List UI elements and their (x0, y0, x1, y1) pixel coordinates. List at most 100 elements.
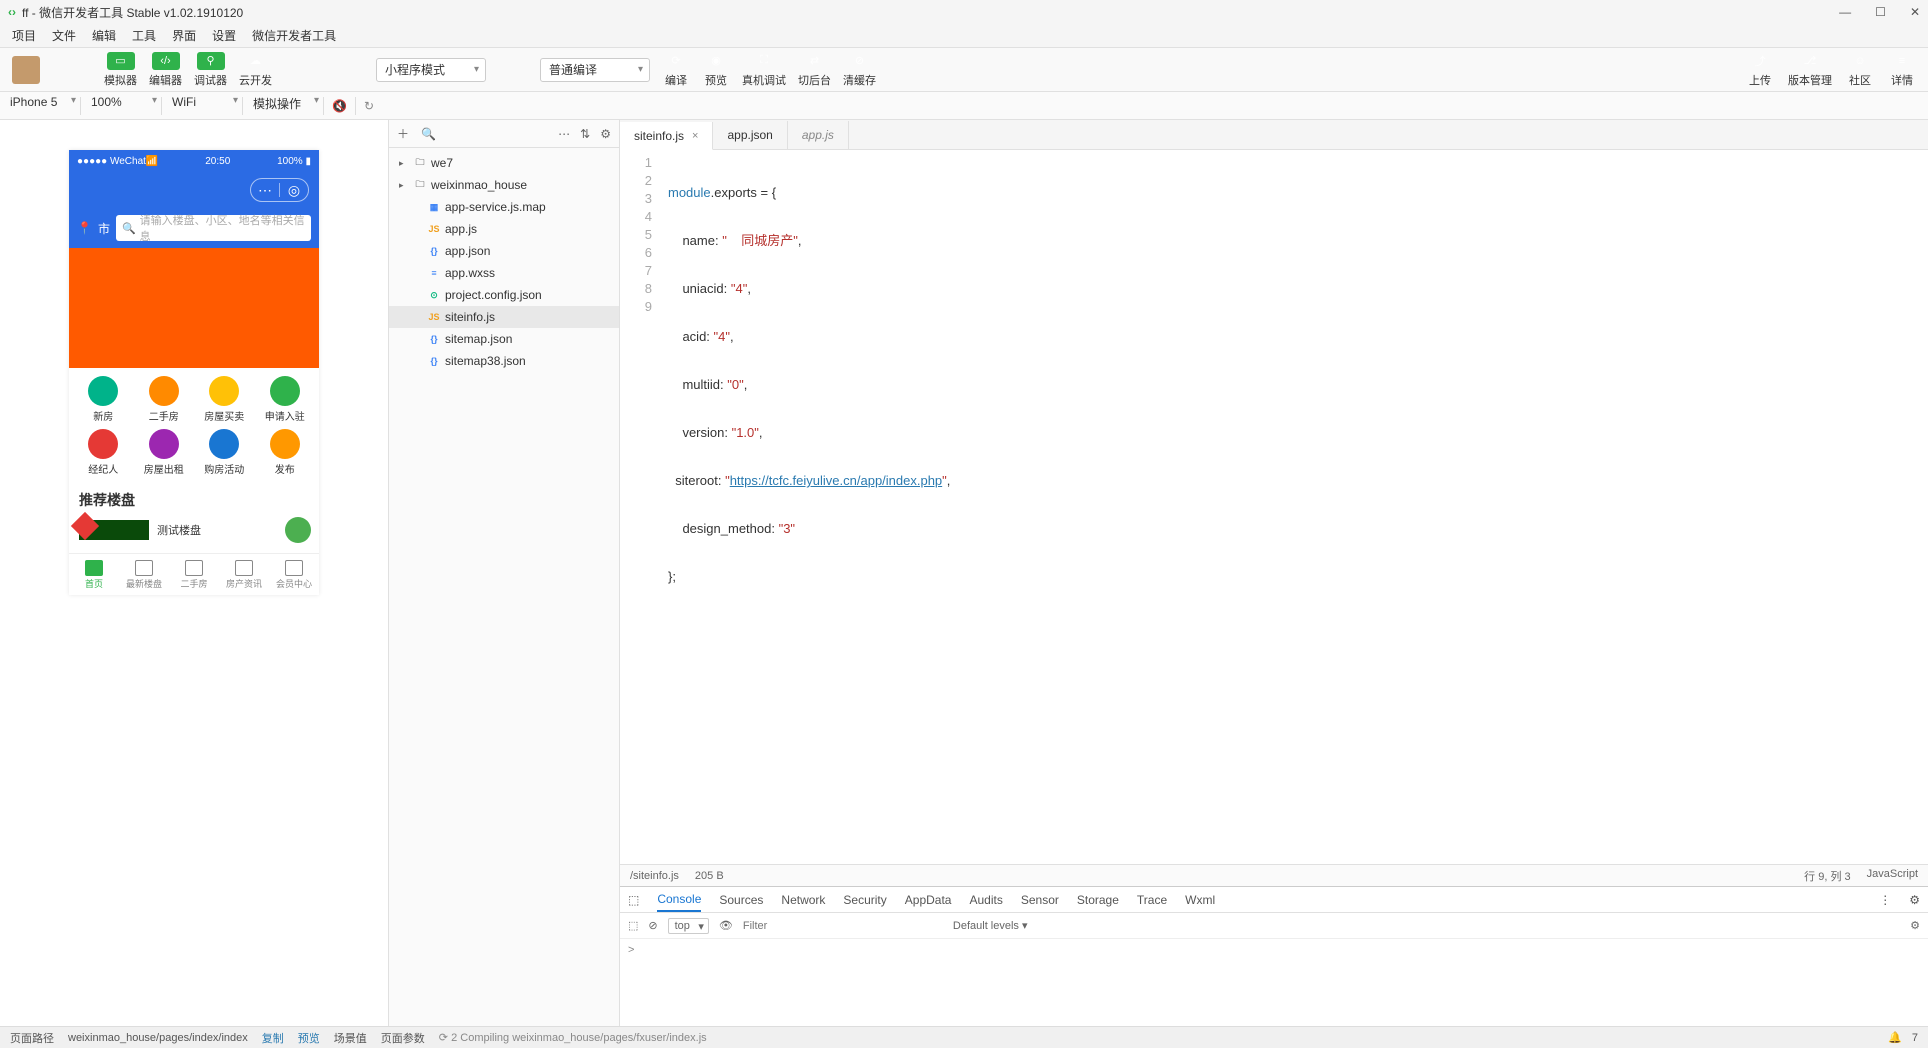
devtab-trace[interactable]: Trace (1137, 889, 1167, 911)
devtab-sources[interactable]: Sources (719, 889, 763, 911)
bgswitch-button[interactable]: ⇄切后台 (798, 52, 831, 88)
mock-select[interactable]: 模拟操作 (243, 95, 323, 117)
search-files-icon[interactable]: 🔍 (421, 127, 436, 141)
preview-button[interactable]: ◉预览 (702, 52, 730, 88)
file-map[interactable]: ▦app-service.js.map (389, 196, 619, 218)
context-select[interactable]: top▾ (668, 918, 709, 934)
filter-input[interactable] (743, 920, 943, 932)
file-sitemap[interactable]: {}sitemap.json (389, 328, 619, 350)
upload-button[interactable]: ⤴上传 (1746, 52, 1774, 88)
banner[interactable] (69, 248, 319, 368)
section-title: 推荐楼盘 (69, 484, 319, 516)
file-sitemap38[interactable]: {}sitemap38.json (389, 350, 619, 372)
collapse-icon[interactable]: ⇅ (580, 127, 590, 141)
simulator-button[interactable]: ▭模拟器 (104, 52, 137, 88)
tab-second[interactable]: 二手房 (169, 554, 219, 595)
tab-siteinfo[interactable]: siteinfo.js× (620, 122, 713, 150)
file-siteinfo[interactable]: JSsiteinfo.js (389, 306, 619, 328)
devtools-more-icon[interactable]: ⋮ (1879, 893, 1891, 907)
location-icon[interactable]: 📍 (77, 221, 92, 235)
menu-tools[interactable]: 工具 (132, 27, 156, 44)
mode-select[interactable]: 小程序模式 (376, 58, 486, 82)
detail-button[interactable]: ≡详情 (1888, 52, 1916, 88)
tab-latest[interactable]: 最新楼盘 (119, 554, 169, 595)
new-file-icon[interactable]: ＋ (397, 125, 409, 142)
menu-project[interactable]: 项目 (12, 27, 36, 44)
cat-apply[interactable]: 申请入驻 (255, 376, 316, 423)
cat-publish[interactable]: 发布 (255, 429, 316, 476)
debugger-button[interactable]: ⚲调试器 (194, 52, 227, 88)
cat-newhouse[interactable]: 新房 (73, 376, 134, 423)
live-icon[interactable]: 👁 (719, 919, 733, 932)
code-editor[interactable]: 123456789 module.exports = { name: " 同城房… (620, 150, 1928, 864)
clearcache-button[interactable]: ⊘清缓存 (843, 52, 876, 88)
compile-button[interactable]: ⟳编译 (662, 52, 690, 88)
minimize-icon[interactable]: — (1839, 5, 1851, 19)
devtab-console[interactable]: Console (657, 888, 701, 912)
footer-param[interactable]: 页面参数 (381, 1030, 425, 1046)
city-label[interactable]: 市 (98, 220, 110, 237)
tab-home[interactable]: 首页 (69, 554, 119, 595)
file-projectconfig[interactable]: ⊙project.config.json (389, 284, 619, 306)
tab-appjs[interactable]: app.js (788, 121, 849, 149)
footer-scene[interactable]: 场景值 (334, 1030, 367, 1046)
console-settings-icon[interactable]: ⚙ (1910, 919, 1920, 932)
mute-icon[interactable]: 🔇 (324, 99, 355, 113)
version-button[interactable]: ⎇版本管理 (1788, 52, 1832, 88)
community-button[interactable]: ☺社区 (1846, 52, 1874, 88)
editor-button[interactable]: ‹/›编辑器 (149, 52, 182, 88)
cat-activity[interactable]: 购房活动 (194, 429, 255, 476)
inspect-icon[interactable]: ⬚ (628, 893, 639, 907)
more-icon[interactable]: ⋯ (558, 127, 570, 141)
device-select[interactable]: iPhone 5 (0, 95, 80, 117)
menu-file[interactable]: 文件 (52, 27, 76, 44)
tab-close-icon[interactable]: × (692, 130, 698, 142)
clear-console-icon[interactable]: ⊘ (648, 919, 657, 932)
levels-select[interactable]: Default levels ▾ (953, 919, 1028, 932)
footer-path: weixinmao_house/pages/index/index (68, 1032, 248, 1044)
devtab-sensor[interactable]: Sensor (1021, 889, 1059, 911)
bell-icon[interactable]: 🔔 (1888, 1031, 1902, 1044)
list-item[interactable]: 测试楼盘 (69, 516, 319, 544)
tab-member[interactable]: 会员中心 (269, 554, 319, 595)
devtab-network[interactable]: Network (781, 889, 825, 911)
cloud-button[interactable]: ☁云开发 (239, 52, 272, 88)
network-select[interactable]: WiFi (162, 95, 242, 117)
realdev-button[interactable]: ⛶真机调试 (742, 52, 786, 88)
cat-secondhand[interactable]: 二手房 (134, 376, 195, 423)
devtab-wxml[interactable]: Wxml (1185, 889, 1215, 911)
folder-we7[interactable]: ▸🗀we7 (389, 152, 619, 174)
rotate-icon[interactable]: ↻ (356, 99, 382, 113)
close-icon[interactable]: ✕ (1910, 5, 1920, 19)
menu-devtools[interactable]: 微信开发者工具 (252, 27, 336, 44)
compile-mode-select[interactable]: 普通编译 (540, 58, 650, 82)
folder-root[interactable]: ▸🗀weixinmao_house (389, 174, 619, 196)
zoom-select[interactable]: 100% (81, 95, 161, 117)
tab-news[interactable]: 房产资讯 (219, 554, 269, 595)
devtab-appdata[interactable]: AppData (905, 889, 952, 911)
cat-agent[interactable]: 经纪人 (73, 429, 134, 476)
file-appwxss[interactable]: ≡app.wxss (389, 262, 619, 284)
cat-rent[interactable]: 房屋出租 (134, 429, 195, 476)
user-avatar[interactable] (12, 56, 40, 84)
settings-icon[interactable]: ⚙ (600, 127, 611, 141)
console-output[interactable]: > (620, 939, 1928, 1026)
devtab-audits[interactable]: Audits (969, 889, 1002, 911)
menu-settings[interactable]: 设置 (212, 27, 236, 44)
tab-appjson[interactable]: app.json (713, 121, 787, 149)
footer-preview[interactable]: 预览 (298, 1030, 320, 1046)
menu-ui[interactable]: 界面 (172, 27, 196, 44)
devtab-storage[interactable]: Storage (1077, 889, 1119, 911)
footer-copy[interactable]: 复制 (262, 1030, 284, 1046)
search-input[interactable]: 🔍请输入楼盘、小区、地名等相关信息 (116, 215, 311, 241)
devtab-security[interactable]: Security (843, 889, 886, 911)
toggle-device-icon[interactable]: ⬚ (628, 919, 638, 932)
menu-edit[interactable]: 编辑 (92, 27, 116, 44)
file-appjs[interactable]: JSapp.js (389, 218, 619, 240)
devtools-settings-icon[interactable]: ⚙ (1909, 893, 1920, 907)
maximize-icon[interactable]: ☐ (1875, 5, 1886, 19)
cat-trade[interactable]: 房屋买卖 (194, 376, 255, 423)
float-chat-icon[interactable] (285, 517, 311, 543)
capsule-button[interactable]: ⋯◎ (250, 178, 309, 202)
file-appjson[interactable]: {}app.json (389, 240, 619, 262)
